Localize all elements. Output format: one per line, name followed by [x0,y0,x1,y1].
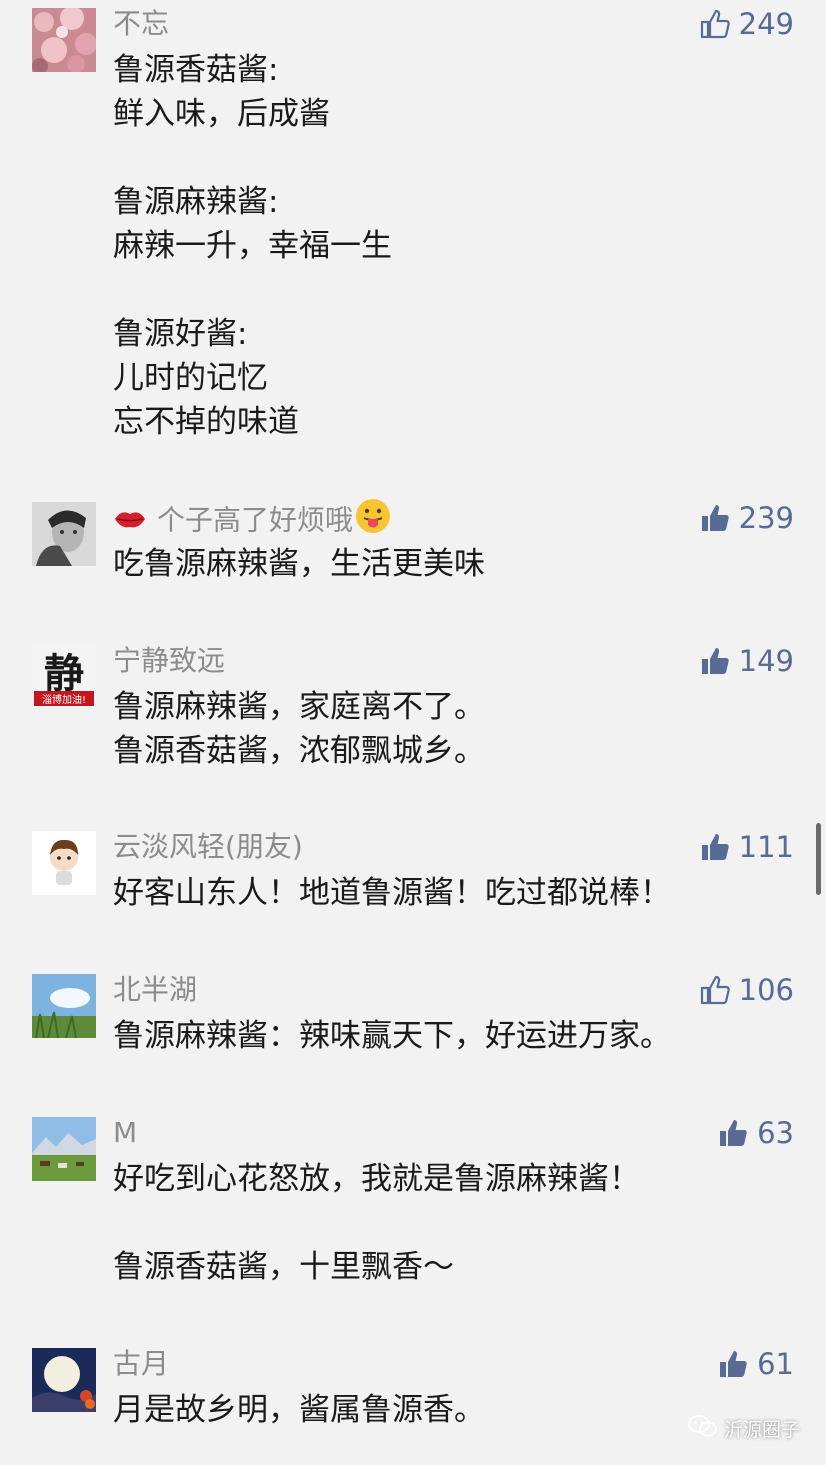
comment-line: 鲁源麻辣酱，家庭离不了。 [113,689,485,725]
thumbs-up-outline-icon [699,974,731,1006]
watermark-text: 沂源圈子 [723,1419,800,1441]
avatar[interactable] [32,831,96,895]
svg-text:静: 静 [44,650,84,697]
comment-text: 鲁源麻辣酱，家庭离不了。 鲁源香菇酱，浓郁飘城乡。 [113,685,803,773]
avatar-flowers-image [32,8,96,72]
avatar-sky-field-image [32,974,96,1038]
comment-line [113,268,803,312]
like-count: 63 [757,1116,794,1150]
avatar[interactable] [32,8,96,72]
avatar-landscape-image [32,1117,96,1181]
avatar-calligraphy-image: 静 淄博加油! [32,645,96,709]
avatar-cartoon-boy-image [32,831,96,895]
scrollbar[interactable] [816,823,821,895]
comment-author[interactable]: 不忘 [113,4,169,44]
comment-line: 鲜入味，后成酱 [113,96,330,132]
comment-line: 好吃到心花怒放，我就是鲁源麻辣酱！ [113,1161,640,1197]
like-count: 111 [738,830,794,864]
comment-line: 鲁源好酱: [113,316,248,352]
avatar[interactable] [32,502,96,566]
thumbs-up-filled-icon [699,645,731,677]
comment-text: 鲁源麻辣酱：辣味赢天下，好运进万家。 [113,1014,803,1058]
comment-line [113,1201,803,1245]
comment-line: 忘不掉的味道 [113,404,299,440]
like-count: 249 [738,7,794,41]
comment-text: 鲁源香菇酱: 鲜入味，后成酱 鲁源麻辣酱: 麻辣一升，幸福一生 鲁源好酱: 儿时… [113,48,803,444]
watermark: 沂源圈子 [688,1414,800,1443]
avatar[interactable] [32,1348,96,1412]
svg-text:淄博加油!: 淄博加油! [42,693,86,706]
like-button[interactable]: 249 [699,4,794,44]
comment-author[interactable]: 古月 [113,1344,169,1384]
comment-line [113,136,803,180]
thumbs-up-filled-icon [717,1117,749,1149]
comment-author[interactable]: 宁静致远 [113,641,225,681]
thumbs-up-filled-icon [699,502,731,534]
comment-author-row[interactable]: 个子高了好烦哦 [113,498,391,545]
comment-line: 鲁源麻辣酱：辣味赢天下，好运进万家。 [113,1018,671,1054]
comment-text: 好吃到心花怒放，我就是鲁源麻辣酱！ 鲁源香菇酱，十里飘香～ [113,1157,803,1289]
tongue-face-icon [355,498,391,545]
like-count: 239 [738,501,794,535]
thumbs-up-filled-icon [717,1348,749,1380]
kiss-lips-icon [113,502,147,542]
wechat-icon [688,1414,718,1443]
comment-line: 鲁源香菇酱，十里飘香～ [113,1249,454,1285]
thumbs-up-filled-icon [699,831,731,863]
avatar[interactable] [32,1117,96,1181]
comment-line: 儿时的记忆 [113,360,268,396]
avatar[interactable] [32,974,96,1038]
comment-author[interactable]: 北半湖 [113,970,197,1010]
like-button[interactable]: 61 [717,1344,794,1384]
like-count: 149 [738,644,794,678]
like-button[interactable]: 63 [717,1113,794,1153]
avatar[interactable]: 静 淄博加油! [32,645,96,709]
like-count: 106 [738,973,794,1007]
comment-author: 个子高了好烦哦 [157,503,354,537]
like-count: 61 [757,1347,794,1381]
comment-line: 鲁源麻辣酱: [113,184,279,220]
like-button[interactable]: 239 [699,498,794,538]
comment-line: 鲁源香菇酱，浓郁飘城乡。 [113,733,485,769]
comment-author[interactable]: M [113,1113,137,1153]
comment-text: 吃鲁源麻辣酱，生活更美味 [113,542,803,586]
thumbs-up-outline-icon [699,8,731,40]
comment-line: 吃鲁源麻辣酱，生活更美味 [113,546,485,582]
like-button[interactable]: 106 [699,970,794,1010]
comment-line: 鲁源香菇酱: [113,52,279,88]
avatar-portrait-image [32,502,96,566]
comment-text: 好客山东人！地道鲁源酱！吃过都说棒！ [113,871,803,915]
comment-author[interactable]: 云淡风轻(朋友) [113,827,303,867]
avatar-moon-night-image [32,1348,96,1412]
like-button[interactable]: 149 [699,641,794,681]
comment-line: 麻辣一升，幸福一生 [113,228,392,264]
comment-line: 好客山东人！地道鲁源酱！吃过都说棒！ [113,875,671,911]
like-button[interactable]: 111 [699,827,794,867]
